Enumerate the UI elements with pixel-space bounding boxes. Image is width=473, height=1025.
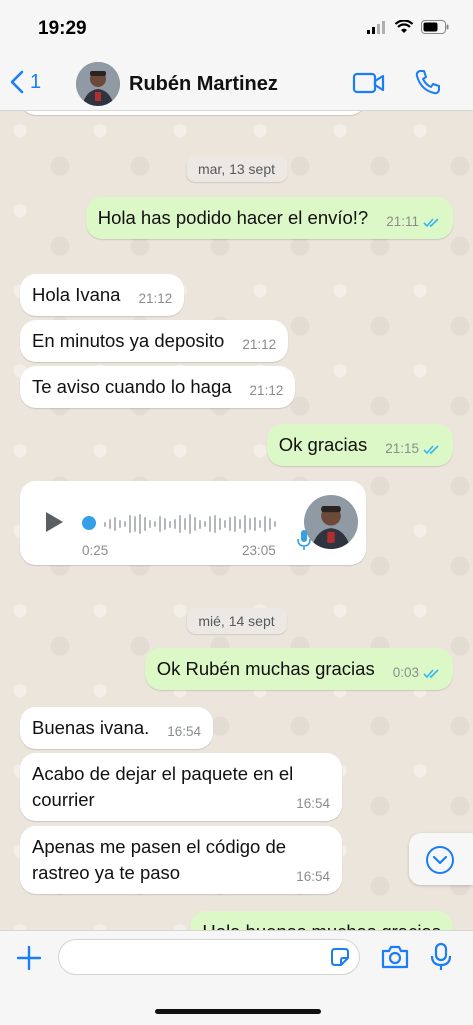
message-meta: 21:15 (385, 440, 441, 458)
chevron-left-icon (10, 70, 24, 94)
message-meta: 0:03 (393, 664, 441, 682)
message-time: 21:12 (138, 291, 173, 306)
message-outgoing[interactable]: Ok gracias 21:15 (266, 424, 453, 466)
message-incoming[interactable]: En minutos ya deposito 21:12 (20, 320, 289, 362)
voice-time: 23:05 (242, 543, 276, 558)
status-icons (367, 20, 449, 34)
camera-icon[interactable] (380, 944, 410, 970)
avatar[interactable] (76, 62, 120, 106)
read-check-icon (423, 668, 439, 678)
message-time: 21:12 (249, 383, 284, 398)
contact-name[interactable]: Rubén Martinez (129, 73, 278, 96)
microphone-icon[interactable] (430, 942, 452, 972)
message-time: 16:54 (296, 796, 330, 811)
date-separator: mar, 13 sept (185, 156, 288, 182)
message-text: En minutos ya deposito (32, 330, 225, 351)
message-text: Apenas me pasen el código de rastreo ya … (32, 836, 287, 883)
voice-message[interactable]: 0:25 23:05 (20, 481, 366, 565)
message-meta: 21:11 (386, 213, 441, 231)
message-time: 21:15 (385, 441, 419, 456)
message-incoming[interactable]: Apenas me pasen el código de rastreo ya … (20, 826, 342, 894)
read-check-icon (423, 217, 439, 227)
scroll-to-bottom-button[interactable] (409, 833, 473, 885)
avatar-photo (76, 62, 120, 106)
unread-count: 1 (30, 70, 42, 93)
status-bar: 19:29 (0, 0, 473, 58)
message-incoming[interactable]: Te aviso cuando lo haga 21:12 (20, 366, 296, 408)
chevron-down-icon (426, 846, 454, 874)
play-icon[interactable] (44, 511, 64, 533)
microphone-icon (297, 530, 311, 550)
message-text: Hola Ivana (32, 284, 121, 305)
message-outgoing[interactable]: Ok Rubén muchas gracias 0:03 (144, 648, 453, 690)
message-incoming[interactable]: Acabo de dejar el paquete en el courrier… (20, 753, 342, 821)
video-call-icon[interactable] (352, 70, 386, 96)
message-outgoing[interactable]: Hola has podido hacer el envío!? 21:11 (85, 197, 453, 239)
read-check-icon (423, 444, 439, 454)
message-incoming[interactable]: Hola Ivana 21:12 (20, 274, 185, 316)
composer-bar (0, 930, 473, 1025)
voice-duration: 0:25 (82, 543, 109, 558)
waveform[interactable] (104, 513, 276, 535)
message-time: 21:12 (242, 337, 277, 352)
message-time: 21:11 (386, 214, 419, 229)
home-indicator (155, 1009, 321, 1014)
message-text: Ok gracias (278, 434, 368, 455)
battery-icon (421, 20, 449, 34)
message-text: Buenas ivana. (32, 717, 150, 738)
plus-icon[interactable] (16, 945, 42, 971)
message-text: Te aviso cuando lo haga (32, 376, 232, 397)
message-time: 0:03 (392, 665, 419, 680)
playback-dot[interactable] (82, 516, 96, 530)
message-outgoing[interactable]: Hola buenas muchas gracias (190, 911, 453, 930)
message-text: Ok Rubén muchas gracias (156, 658, 375, 679)
message-text: Acabo de dejar el paquete en el courrier (32, 763, 294, 810)
signal-icon (367, 21, 385, 34)
date-separator: mié, 14 sept (186, 608, 287, 634)
message-text: Hola has podido hacer el envío!? (97, 207, 369, 228)
message-time: 16:54 (296, 869, 330, 884)
message-incoming[interactable]: Buenas ivana. 16:54 (20, 707, 214, 749)
phone-icon[interactable] (414, 68, 442, 96)
status-time: 19:29 (38, 18, 87, 39)
clipped-message (20, 111, 366, 115)
chat-area[interactable]: mar, 13 sept Hola has podido hacer el en… (0, 111, 473, 930)
voice-avatar (304, 495, 358, 549)
chat-header: 1 Rubén Martinez (0, 58, 473, 111)
message-time: 16:54 (167, 724, 202, 739)
message-input[interactable] (58, 939, 360, 975)
back-button[interactable]: 1 (10, 70, 41, 94)
message-text: Hola buenas muchas gracias (202, 921, 441, 930)
sticker-icon[interactable] (329, 946, 351, 968)
wifi-icon (395, 20, 413, 33)
